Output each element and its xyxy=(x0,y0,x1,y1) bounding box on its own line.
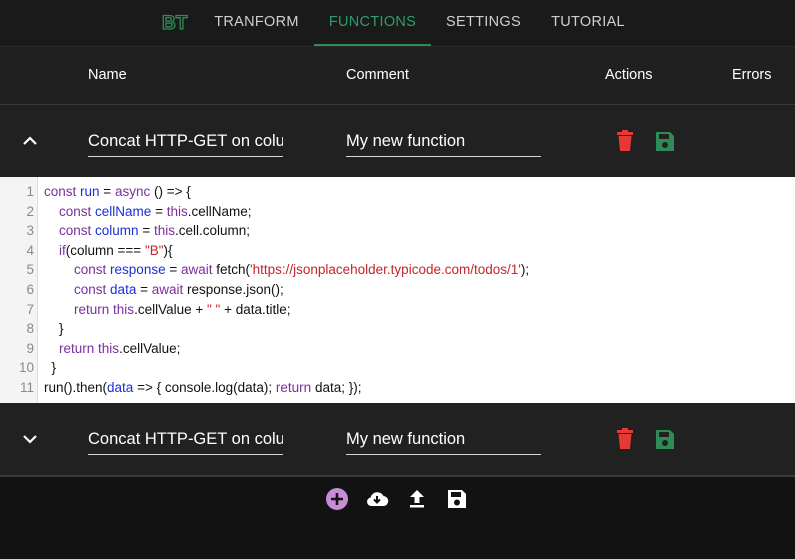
tab-tutorial[interactable]: TUTORIAL xyxy=(540,0,636,46)
code-line: const response = await fetch('https://js… xyxy=(74,262,530,278)
column-header-name: Name xyxy=(88,67,127,83)
line-number: 3 xyxy=(26,223,34,239)
line-number: 2 xyxy=(26,203,34,219)
code-editor[interactable]: 1 2 3 4 5 6 7 8 9 10 11 const run = async () => { … xyxy=(0,177,795,404)
tab-tranform[interactable]: TRANFORM xyxy=(205,0,308,46)
code-line: const run = async () => { xyxy=(44,184,191,199)
svg-text:BT: BT xyxy=(162,13,188,32)
line-number: 4 xyxy=(26,242,34,258)
chevron-up-icon[interactable] xyxy=(20,131,40,151)
column-header-errors: Errors xyxy=(732,67,772,83)
function-name-input[interactable]: Concat HTTP-GET on column B xyxy=(88,424,283,455)
code-line: } xyxy=(44,360,57,376)
function-row: Concat HTTP-GET on column B My new funct… xyxy=(0,403,795,476)
save-all-icon[interactable] xyxy=(445,487,469,511)
app-logo: BT xyxy=(162,12,188,32)
top-navigation-bar: BT TRANFORM FUNCTIONS SETTINGS TUTORIAL xyxy=(0,0,795,47)
save-icon[interactable] xyxy=(655,130,675,152)
code-line: const cellName = this.cellName; xyxy=(59,203,252,219)
save-icon[interactable] xyxy=(655,428,675,450)
table-header-row: Name Comment Actions Errors xyxy=(0,47,795,105)
code-line: const data = await response.json(); xyxy=(74,282,284,297)
tab-settings[interactable]: SETTINGS xyxy=(437,0,530,46)
bottom-action-bar xyxy=(0,476,795,559)
code-line: if(column === "B"){ xyxy=(59,242,173,258)
upload-icon[interactable] xyxy=(405,487,429,511)
line-number: 5 xyxy=(26,262,34,278)
column-header-actions: Actions xyxy=(605,67,653,83)
line-number: 10 xyxy=(18,360,34,376)
code-line: return this.cellValue + " " + data.title… xyxy=(74,301,291,317)
function-row: Concat HTTP-GET on column B My new funct… xyxy=(0,105,795,178)
function-comment-input[interactable]: My new function xyxy=(346,424,541,455)
column-header-comment: Comment xyxy=(346,67,409,83)
code-line: return this.cellValue; xyxy=(59,340,181,356)
line-number: 1 xyxy=(26,184,34,199)
active-tab-indicator xyxy=(314,44,431,46)
delete-icon[interactable] xyxy=(615,428,635,450)
line-number: 6 xyxy=(26,282,34,297)
line-number: 11 xyxy=(19,380,34,395)
line-number: 7 xyxy=(26,301,34,317)
code-line: const column = this.cell.column; xyxy=(59,223,251,239)
tab-functions[interactable]: FUNCTIONS xyxy=(314,0,431,46)
delete-icon[interactable] xyxy=(615,130,635,152)
code-line: } xyxy=(44,321,64,337)
chevron-down-icon[interactable] xyxy=(20,429,40,449)
line-number: 8 xyxy=(26,321,34,337)
cloud-download-icon[interactable] xyxy=(365,487,389,511)
add-icon[interactable] xyxy=(325,487,349,511)
code-line: run().then(data => { console.log(data); … xyxy=(44,380,362,395)
line-number: 9 xyxy=(26,340,34,356)
function-name-input[interactable]: Concat HTTP-GET on column B xyxy=(88,126,283,157)
function-comment-input[interactable]: My new function xyxy=(346,126,541,157)
